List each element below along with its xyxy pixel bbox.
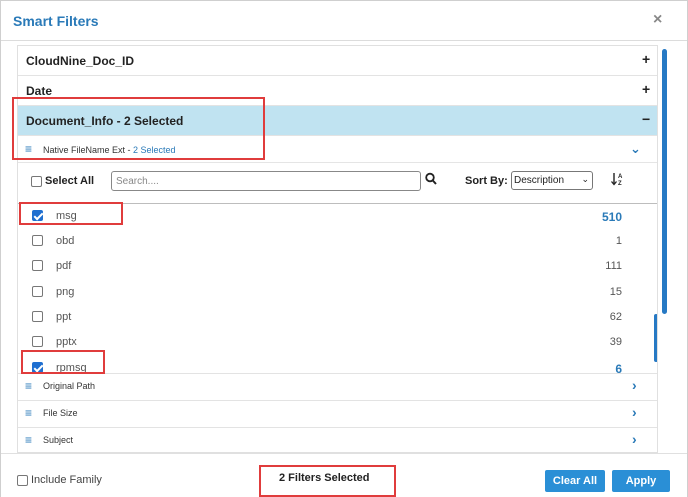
sort-icon[interactable]: A Z	[611, 172, 625, 186]
hamburger-icon: ≡	[25, 379, 33, 393]
filter-label: Native FileName Ext - 2 Selected	[43, 145, 176, 155]
item-checkbox[interactable]	[32, 210, 43, 221]
select-all[interactable]: Select All	[31, 175, 94, 187]
list-item[interactable]: png 15	[18, 280, 657, 305]
filter-label: File Size	[43, 408, 78, 418]
section-header-date[interactable]: Date +	[18, 76, 657, 106]
filter-selected-count: 2 Selected	[133, 145, 176, 155]
section-label: Date	[26, 84, 53, 98]
dialog-title: Smart Filters	[13, 13, 99, 29]
section-header-cloudnine-doc-id[interactable]: CloudNine_Doc_ID +	[18, 46, 657, 76]
sort-by-value: Description	[514, 175, 565, 186]
dialog-title-bar: Smart Filters ×	[1, 1, 687, 41]
filter-name: Native FileName Ext	[43, 145, 126, 155]
filter-toolbar: Select All Sort By: Description ⌄ A Z	[18, 164, 657, 204]
item-count: 39	[609, 336, 622, 348]
include-family[interactable]: Include Family	[17, 474, 102, 486]
include-family-checkbox[interactable]	[17, 474, 28, 486]
item-count: 510	[601, 210, 622, 224]
smart-filters-dialog: Smart Filters × CloudNine_Doc_ID + Date …	[0, 0, 688, 497]
filter-separator: -	[125, 145, 134, 155]
filter-header-file-size[interactable]: ≡ File Size ›	[18, 400, 657, 427]
outer-scrollbar[interactable]	[662, 49, 667, 314]
filter-header-subject[interactable]: ≡ Subject ›	[18, 427, 657, 452]
item-count: 62	[609, 311, 622, 323]
sort-icon-label-bottom: Z	[618, 181, 622, 186]
chevron-right-icon[interactable]: ›	[632, 431, 637, 447]
section-label: Document_Info - 2 Selected	[26, 114, 184, 128]
collapse-minus-icon[interactable]: −	[642, 111, 650, 127]
filter-label: Subject	[43, 435, 74, 445]
chevron-down-icon[interactable]: ⌄	[630, 141, 641, 157]
hamburger-icon: ≡	[25, 433, 33, 447]
apply-button[interactable]: Apply	[612, 470, 670, 492]
expand-plus-icon[interactable]: +	[642, 51, 650, 67]
include-family-label: Include Family	[31, 474, 102, 486]
select-all-checkbox[interactable]	[31, 175, 42, 187]
item-count: 1	[615, 235, 622, 247]
list-item[interactable]: ppt 62	[18, 305, 657, 330]
chevron-down-icon: ⌄	[581, 174, 589, 184]
sort-by-select[interactable]: Description ⌄	[511, 171, 593, 190]
hamburger-icon: ≡	[25, 142, 33, 156]
item-checkbox[interactable]	[32, 260, 43, 271]
item-name: msg	[56, 210, 77, 222]
list-item[interactable]: msg 510	[18, 204, 657, 229]
search-icon[interactable]	[425, 172, 437, 186]
sort-by-label: Sort By:	[465, 175, 508, 187]
item-checkbox[interactable]	[32, 362, 43, 373]
close-icon[interactable]: ×	[653, 11, 662, 29]
chevron-right-icon[interactable]: ›	[632, 377, 637, 393]
filters-panel: CloudNine_Doc_ID + Date + Document_Info …	[17, 45, 658, 453]
clear-all-button[interactable]: Clear All	[545, 470, 605, 492]
dialog-footer: Include Family 2 Filters Selected Clear …	[1, 453, 687, 497]
item-checkbox[interactable]	[32, 336, 43, 347]
item-name: pdf	[56, 260, 72, 272]
item-count: 15	[609, 286, 622, 298]
item-name: pptx	[56, 336, 77, 348]
filter-label: Original Path	[43, 381, 96, 391]
section-label: CloudNine_Doc_ID	[26, 54, 135, 68]
list-item[interactable]: obd 1	[18, 229, 657, 254]
list-item[interactable]: pptx 39	[18, 330, 657, 355]
search-input[interactable]	[111, 171, 421, 191]
filter-header-native-filename-ext[interactable]: ≡ Native FileName Ext - 2 Selected ⌄	[18, 137, 657, 163]
expand-plus-icon[interactable]: +	[642, 81, 650, 97]
item-checkbox[interactable]	[32, 286, 43, 297]
item-checkbox[interactable]	[32, 311, 43, 322]
item-name: obd	[56, 235, 75, 247]
item-count: 111	[605, 260, 622, 272]
item-name: ppt	[56, 311, 72, 323]
hamburger-icon: ≡	[25, 406, 33, 420]
select-all-label: Select All	[45, 175, 95, 187]
item-name: png	[56, 286, 75, 298]
item-checkbox[interactable]	[32, 235, 43, 246]
chevron-right-icon[interactable]: ›	[632, 404, 637, 420]
sort-icon-label-top: A	[618, 174, 623, 180]
filters-selected-count: 2 Filters Selected	[279, 472, 370, 484]
list-item[interactable]: pdf 111	[18, 254, 657, 279]
section-header-document-info[interactable]: Document_Info - 2 Selected −	[18, 106, 657, 136]
filter-header-original-path[interactable]: ≡ Original Path ›	[18, 373, 657, 400]
list-scrollbar[interactable]	[654, 314, 657, 362]
